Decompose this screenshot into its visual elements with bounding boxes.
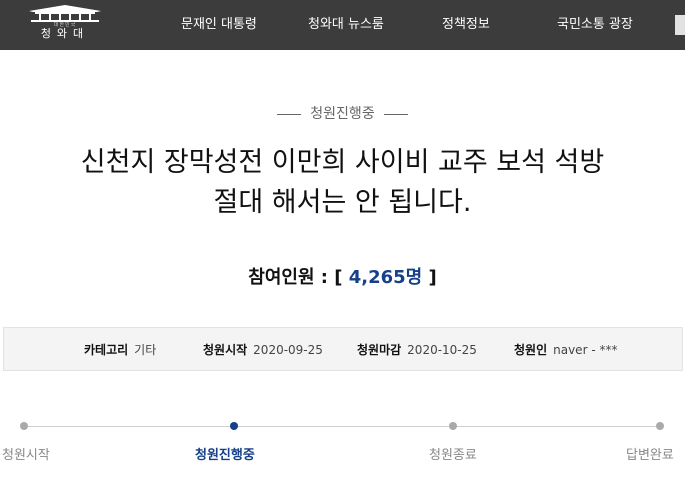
petition-title-line-1: 신천지 장막성전 이만희 사이비 교주 보석 석방 bbox=[80, 147, 605, 178]
top-navigation-bar: 대한민국 청와대 문재인 대통령 청와대 뉴스룸 정책정보 국민소통 광장 bbox=[0, 0, 685, 50]
nav-policy-info[interactable]: 정책정보 bbox=[442, 0, 490, 50]
participants-close: ] bbox=[422, 267, 437, 288]
cheongwadae-logo[interactable]: 대한민국 청와대 bbox=[22, 4, 108, 46]
progress-dot-answered bbox=[656, 422, 664, 430]
end-label: 청원마감 bbox=[357, 343, 402, 357]
step-label-answered: 답변완료 bbox=[626, 448, 674, 463]
category-label: 카테고리 bbox=[84, 343, 129, 357]
petition-title-line-2: 절대 해서는 안 됩니다. bbox=[213, 187, 472, 218]
progress-dot-start bbox=[20, 422, 28, 430]
info-author: 청원인 naver - *** bbox=[514, 328, 617, 372]
info-start-date: 청원시작 2020-09-25 bbox=[203, 328, 323, 372]
progress-track bbox=[25, 426, 661, 427]
participant-count: 참여인원 : [ 4,265명 ] bbox=[0, 263, 685, 289]
status-label: 청원진행중 bbox=[310, 106, 375, 122]
logo-title: 청와대 bbox=[40, 27, 90, 40]
status-divider-right bbox=[383, 113, 408, 115]
progress-dot-closed bbox=[449, 422, 457, 430]
author-label: 청원인 bbox=[514, 343, 548, 357]
end-value: 2020-10-25 bbox=[407, 343, 477, 357]
nav-newsroom[interactable]: 청와대 뉴스룸 bbox=[308, 0, 384, 50]
petition-info-box: 카테고리 기타 청원시작 2020-09-25 청원마감 2020-10-25 청원인… bbox=[3, 327, 683, 371]
category-value: 기타 bbox=[134, 343, 157, 357]
start-value: 2020-09-25 bbox=[253, 343, 323, 357]
info-end-date: 청원마감 2020-10-25 bbox=[357, 328, 477, 372]
nav-president[interactable]: 문재인 대통령 bbox=[181, 0, 257, 50]
nav-citizen-square[interactable]: 국민소통 광장 bbox=[557, 0, 633, 50]
step-label-start: 청원시작 bbox=[2, 448, 50, 463]
participants-label: 참여인원 : [ bbox=[248, 267, 349, 288]
info-category: 카테고리 기타 bbox=[84, 328, 156, 372]
author-value: naver - *** bbox=[553, 343, 618, 357]
petition-status: 청원진행중 bbox=[0, 103, 685, 123]
blue-house-icon bbox=[29, 5, 101, 22]
status-divider-left bbox=[277, 113, 302, 115]
participants-number: 4,265명 bbox=[348, 267, 423, 288]
progress-dot-ongoing bbox=[230, 422, 238, 430]
nav-overflow-item[interactable] bbox=[675, 15, 685, 35]
petition-title: 신천지 장막성전 이만희 사이비 교주 보석 석방 절대 해서는 안 됩니다. bbox=[20, 143, 665, 223]
step-label-ongoing: 청원진행중 bbox=[195, 448, 255, 463]
start-label: 청원시작 bbox=[203, 343, 248, 357]
step-label-closed: 청원종료 bbox=[429, 448, 477, 463]
